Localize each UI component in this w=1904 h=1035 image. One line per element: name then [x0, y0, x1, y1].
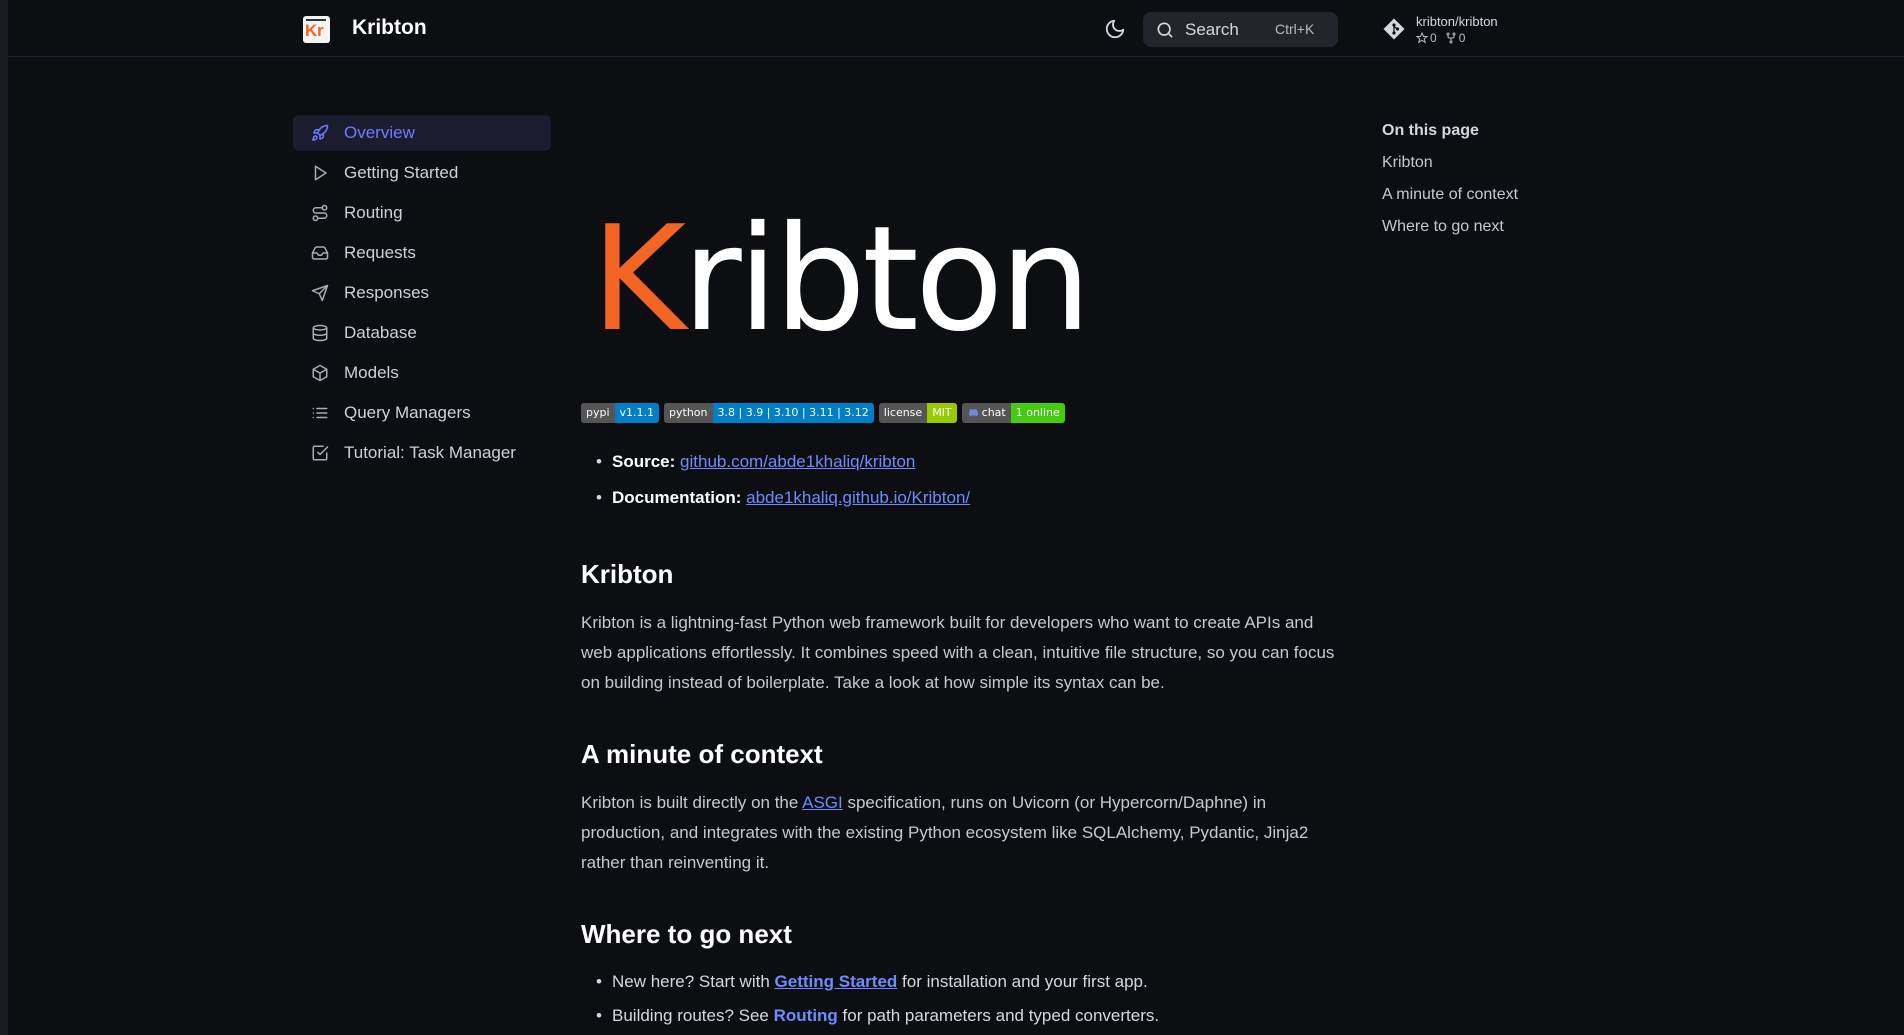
repo-link[interactable]: kribton/kribton 0 0	[1382, 14, 1522, 46]
database-icon	[311, 324, 329, 342]
fork-count: 0	[1458, 31, 1466, 45]
badge-label-text: chat	[981, 406, 1006, 419]
asgi-link[interactable]: ASGI	[802, 793, 843, 812]
git-icon	[1382, 17, 1406, 41]
search-icon	[1155, 20, 1175, 40]
next-steps-list: New here? Start with Getting Started for…	[596, 972, 1159, 1035]
sidebar-item-label: Getting Started	[344, 163, 459, 182]
pypi-badge[interactable]: pypi v1.1.1	[581, 403, 660, 423]
project-links: Source: github.com/abde1khaliq/kribton D…	[596, 452, 970, 524]
window-edge	[0, 0, 8, 1035]
badge-value: 3.8 | 3.9 | 3.10 | 3.11 | 3.12	[712, 403, 874, 423]
badge-value: 1 online	[1010, 403, 1065, 423]
repo-stats: 0 0	[1416, 31, 1465, 45]
text-span: New here? Start with	[612, 972, 775, 991]
sidebar-item-database[interactable]: Database	[293, 315, 551, 351]
badge-value: MIT	[927, 403, 957, 423]
sidebar-item-label: Query Managers	[344, 403, 471, 422]
chat-badge[interactable]: chat 1 online	[961, 403, 1065, 423]
text-span: Kribton is built directly on the	[581, 793, 803, 812]
sidebar-item-tutorial-task-manager[interactable]: Tutorial: Task Manager	[293, 435, 551, 471]
site-title[interactable]: Kribton	[352, 16, 427, 40]
badge-label: python	[664, 403, 713, 423]
sidebar-item-routing[interactable]: Routing	[293, 195, 551, 231]
python-badge[interactable]: python 3.8 | 3.9 | 3.10 | 3.11 | 3.12	[664, 403, 874, 423]
text-span: for path parameters and typed converters…	[837, 1006, 1160, 1025]
docs-label: Documentation:	[612, 488, 742, 507]
toc-item-next[interactable]: Where to go next	[1382, 218, 1518, 236]
toc-item-context[interactable]: A minute of context	[1382, 186, 1518, 204]
play-icon	[311, 164, 329, 182]
sidebar-item-label: Database	[344, 323, 417, 342]
toc-title: On this page	[1382, 122, 1479, 139]
sidebar-item-label: Routing	[344, 203, 403, 222]
list-item: Source: github.com/abde1khaliq/kribton	[596, 452, 970, 472]
sidebar-item-query-managers[interactable]: Query Managers	[293, 395, 551, 431]
star-count: 0	[1430, 31, 1437, 45]
theme-toggle-moon-icon[interactable]	[1104, 18, 1126, 40]
sidebar-item-overview[interactable]: Overview	[293, 115, 551, 151]
search-label: Search	[1185, 20, 1239, 39]
sidebar-item-label: Overview	[344, 123, 415, 142]
sidebar-item-label: Requests	[344, 243, 416, 262]
section-heading-context: A minute of context	[581, 739, 823, 769]
hero-k: K	[591, 195, 686, 364]
sidebar-item-models[interactable]: Models	[293, 355, 551, 391]
sidebar-item-requests[interactable]: Requests	[293, 235, 551, 271]
checkbox-icon	[311, 444, 329, 462]
inbox-icon	[311, 244, 329, 262]
hero-logo-text: Kribton	[591, 207, 1092, 352]
list-item: New here? Start with Getting Started for…	[596, 972, 1159, 992]
list-item: Documentation: abde1khaliq.github.io/Kri…	[596, 488, 970, 508]
sidebar-item-getting-started[interactable]: Getting Started	[293, 155, 551, 191]
cube-icon	[311, 364, 329, 382]
toc-item-kribton[interactable]: Kribton	[1382, 154, 1518, 172]
section-heading-next: Where to go next	[581, 919, 792, 949]
badge-row: pypi v1.1.1 python 3.8 | 3.9 | 3.10 | 3.…	[581, 403, 1065, 423]
license-badge[interactable]: license MIT	[878, 403, 957, 423]
star-icon	[1416, 32, 1428, 44]
fork-icon	[1446, 32, 1456, 44]
list-item: Building routes? See Routing for path pa…	[596, 1006, 1159, 1026]
list-icon	[311, 404, 329, 422]
top-header: Kr Kribton Search Ctrl+K kribton/kribton	[8, 0, 1904, 57]
getting-started-link[interactable]: Getting Started	[775, 972, 898, 991]
discord-icon	[968, 409, 978, 417]
repo-name: kribton/kribton	[1416, 14, 1498, 29]
badge-label: chat	[961, 403, 1011, 423]
hero-rest: ribton	[682, 195, 1091, 364]
search-shortcut: Ctrl+K	[1275, 21, 1315, 37]
badge-label: license	[878, 403, 928, 423]
sidebar-item-label: Responses	[344, 283, 430, 302]
source-link[interactable]: github.com/abde1khaliq/kribton	[680, 452, 915, 471]
text-span: Building routes? See	[612, 1006, 774, 1025]
send-icon	[311, 284, 329, 302]
docs-link[interactable]: abde1khaliq.github.io/Kribton/	[746, 488, 970, 507]
section-heading-kribton: Kribton	[581, 559, 674, 589]
route-icon	[311, 204, 329, 222]
text-span: for installation and your first app.	[897, 972, 1148, 991]
badge-label: pypi	[581, 403, 615, 423]
sidebar-item-responses[interactable]: Responses	[293, 275, 551, 311]
site-logo[interactable]: Kr	[303, 16, 330, 43]
on-this-page-toc: On this page Kribton A minute of context…	[1382, 122, 1518, 250]
section-paragraph: Kribton is a lightning-fast Python web f…	[581, 613, 1335, 692]
sidebar-item-label: Models	[344, 363, 399, 382]
badge-value: v1.1.1	[614, 403, 660, 423]
search-button[interactable]: Search Ctrl+K	[1143, 12, 1338, 47]
section-paragraph: Kribton is built directly on the ASGI sp…	[581, 788, 1341, 878]
sidebar-item-label: Tutorial: Task Manager	[344, 443, 516, 462]
routing-link[interactable]: Routing	[774, 1006, 838, 1025]
source-label: Source:	[612, 452, 676, 471]
sidebar-nav: Overview Getting Started Routing Request…	[293, 115, 551, 475]
rocket-icon	[311, 124, 329, 142]
